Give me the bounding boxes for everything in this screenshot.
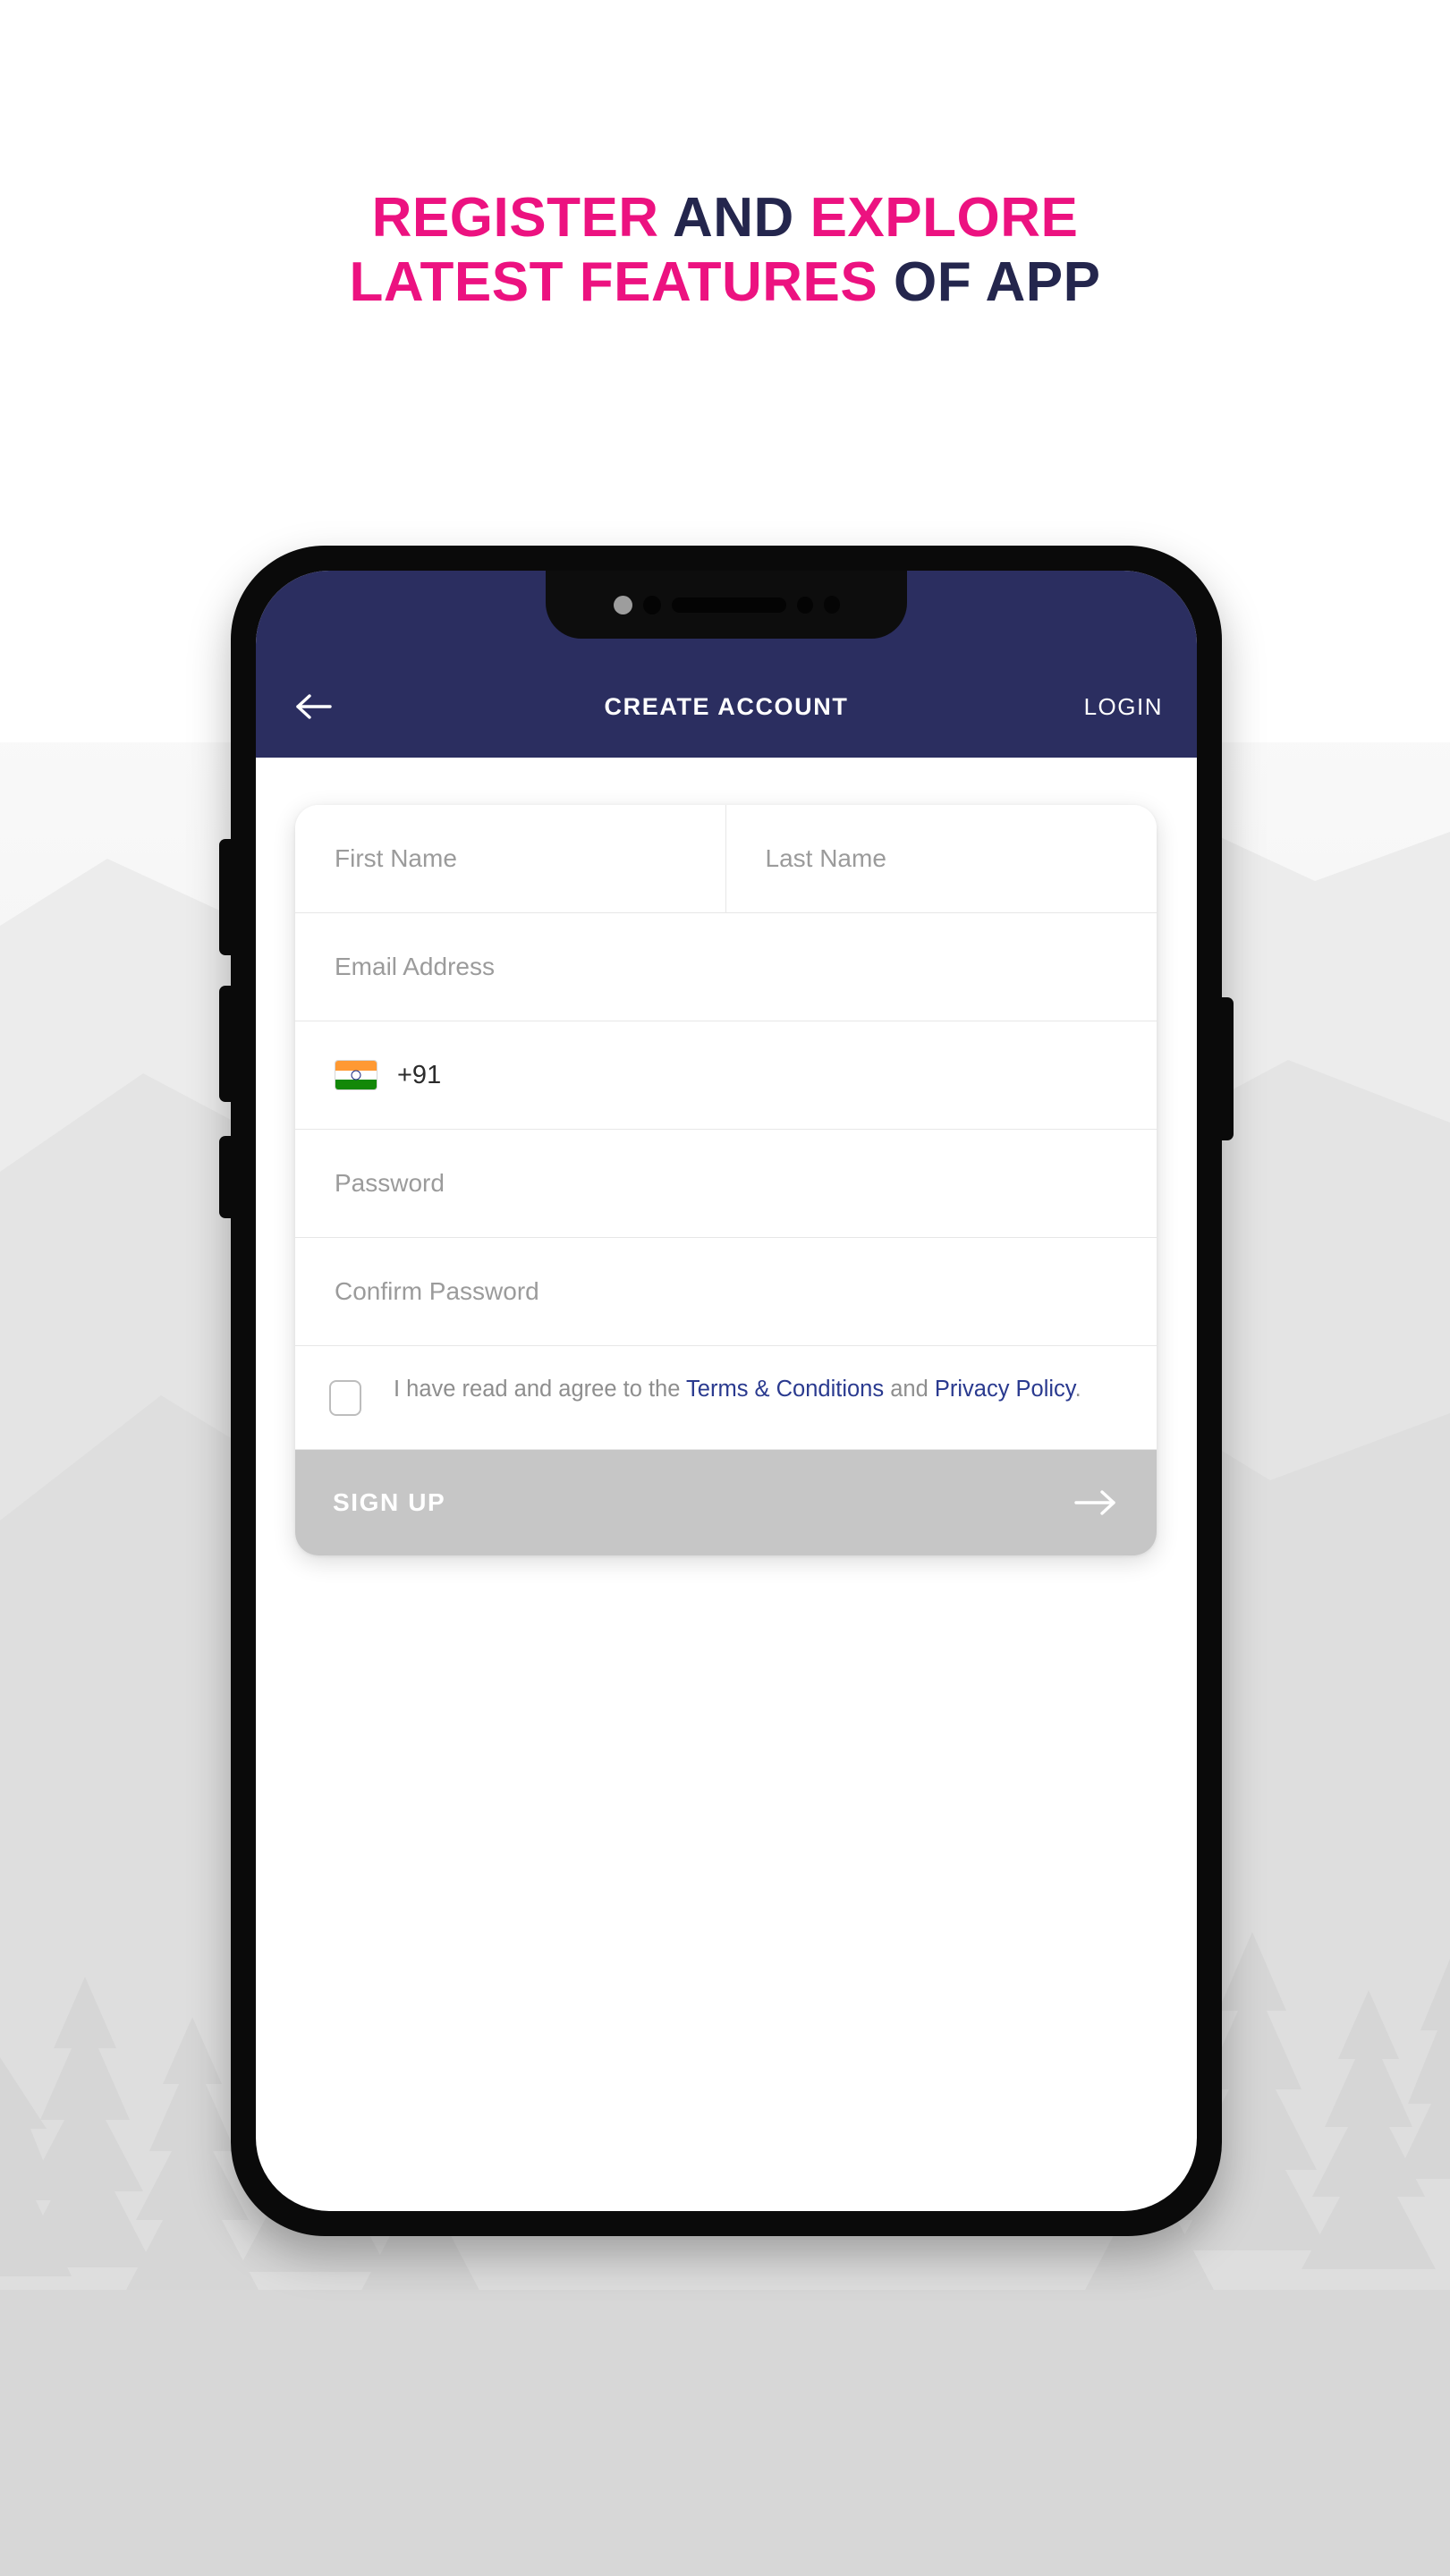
india-flag-icon [335,1060,377,1090]
confirm-password-input[interactable]: Confirm Password [295,1238,1157,1346]
signup-button-label: SIGN UP [333,1488,446,1516]
first-name-input[interactable]: First Name [295,805,726,913]
headline-line-1: REGISTER AND EXPLORE [0,186,1450,250]
name-field-row: First Name Last Name [295,805,1157,913]
camera-icon [613,595,632,614]
sensor-icon [642,595,661,614]
terms-and-conditions-link[interactable]: Terms & Conditions [686,1377,884,1402]
last-name-input[interactable]: Last Name [725,805,1157,913]
terms-middle: and [884,1377,935,1402]
headline-of-app: OF APP [893,250,1101,313]
arrow-right-icon [1074,1490,1115,1515]
page-title: REGISTER AND EXPLORE LATEST FEATURES OF … [0,186,1450,315]
terms-suffix: . [1074,1377,1081,1402]
volume-up-button[interactable] [219,839,233,955]
headline-explore: EXPLORE [810,187,1079,249]
terms-text: I have read and agree to the Terms & Con… [394,1373,1081,1406]
terms-prefix: I have read and agree to the [394,1377,687,1402]
phone-mockup: CREATE ACCOUNT LOGIN First Name Last Nam… [219,546,1234,2236]
headline-register: REGISTER [371,187,673,249]
registration-form-card: First Name Last Name Email Address +91 P… [295,805,1157,1555]
volume-down-button[interactable] [219,986,233,1102]
phone-notch [546,571,907,639]
signup-button[interactable]: SIGN UP [295,1450,1157,1555]
phone-screen: CREATE ACCOUNT LOGIN First Name Last Nam… [256,571,1197,2211]
power-button[interactable] [1219,997,1234,1140]
headline-line-2: LATEST FEATURES OF APP [0,250,1450,315]
terms-agreement-row: I have read and agree to the Terms & Con… [295,1346,1157,1450]
app-bar-title: CREATE ACCOUNT [604,692,849,720]
privacy-policy-link[interactable]: Privacy Policy [935,1377,1075,1402]
speaker-grille-icon [671,597,786,613]
password-input[interactable]: Password [295,1130,1157,1238]
sensor-tertiary-icon [823,596,840,614]
mute-button[interactable] [219,1136,233,1218]
phone-number-input[interactable]: +91 [295,1021,1157,1130]
headline-latest-features: LATEST FEATURES [349,250,894,313]
email-input[interactable]: Email Address [295,913,1157,1021]
terms-checkbox[interactable] [329,1380,361,1416]
sensor-secondary-icon [796,596,813,614]
headline-and: AND [673,187,810,249]
country-dial-code: +91 [397,1060,442,1089]
